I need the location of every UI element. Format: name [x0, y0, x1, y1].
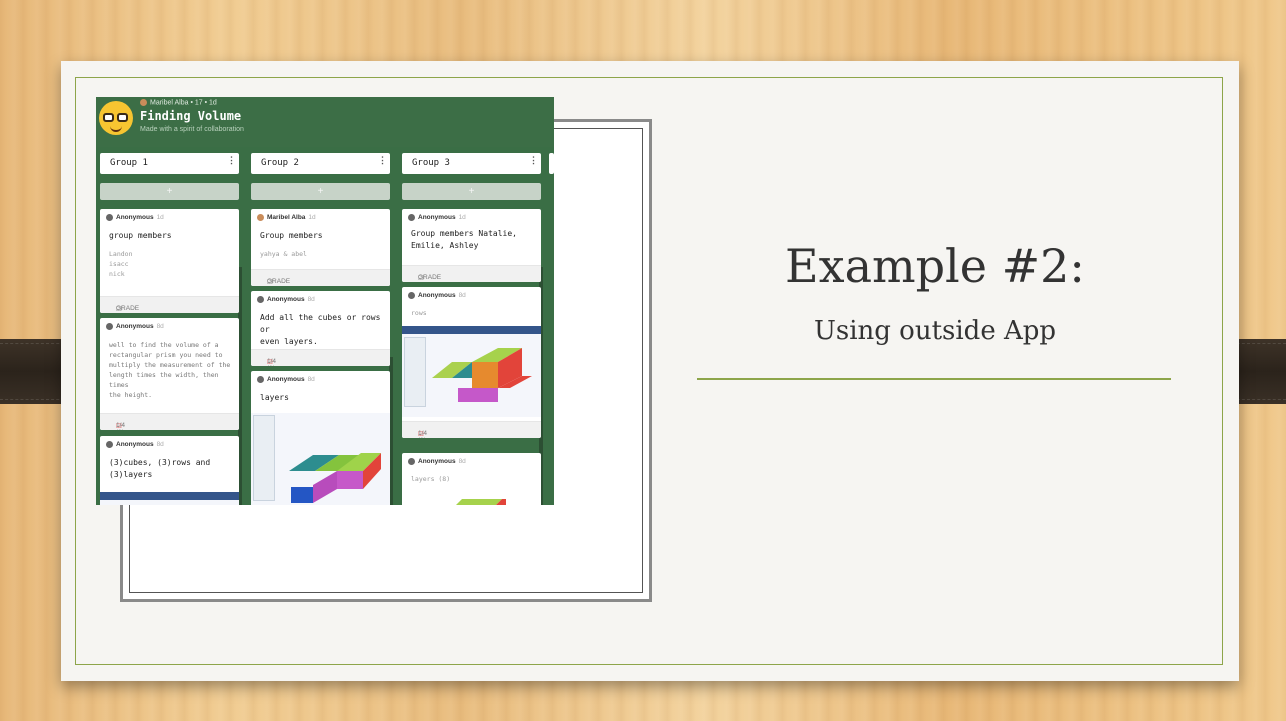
grade-bar[interactable]: ☑1/4 (1): [251, 349, 390, 366]
card-body: well to find the volume of a rectangular…: [109, 341, 231, 399]
padlet-meta: • 17 • 1d: [190, 99, 217, 107]
card-time: 1d: [458, 214, 466, 222]
anonymous-avatar-icon: [408, 292, 415, 299]
anonymous-avatar-icon: [408, 458, 415, 465]
grade-bar[interactable]: ☑1/4 (1): [402, 421, 541, 438]
card-title: Group members: [260, 231, 323, 240]
card-time: 1d: [156, 214, 164, 222]
card-time: 8d: [307, 376, 315, 384]
card-body: layers (8): [411, 475, 451, 483]
post-card[interactable]: Maribel Alba 1d Group members yahya & abe…: [251, 209, 390, 286]
add-post-button[interactable]: +: [402, 183, 541, 200]
more-options-icon[interactable]: ⋮: [529, 156, 538, 165]
card-body: rows: [411, 309, 427, 317]
grade-bar[interactable]: ☑ GRADE: [100, 296, 239, 313]
slide-title: Example #2:: [785, 239, 1085, 293]
padlet-header: Maribel Alba • 17 • 1d Finding Volume Ma…: [96, 97, 554, 147]
column-header: Group 1 ⋮: [100, 153, 239, 174]
anonymous-avatar-icon: [408, 214, 415, 221]
post-card[interactable]: Anonymous 8d well to find the volume of a…: [100, 318, 239, 430]
column-name: Group 1: [110, 158, 148, 168]
add-post-button[interactable]: +: [100, 183, 239, 200]
card-time: 8d: [458, 458, 466, 466]
padlet-author-line: Maribel Alba • 17 • 1d: [140, 99, 217, 106]
post-card[interactable]: Anonymous 8d Add all the cubes or rows or…: [251, 291, 390, 366]
post-card[interactable]: Anonymous 8d (3)cubes, (3)rows and (3)lay…: [100, 436, 239, 505]
post-card[interactable]: Anonymous 8d layers: [251, 371, 390, 505]
anonymous-avatar-icon: [106, 214, 113, 221]
card-title: Group members Natalie, Emilie, Ashley: [411, 229, 517, 250]
card-title: (3)cubes, (3)rows and (3)layers: [109, 458, 211, 479]
card-time: 8d: [156, 441, 164, 449]
anonymous-avatar-icon: [257, 296, 264, 303]
card-author: Anonymous: [116, 214, 154, 222]
padlet-subtitle: Made with a spirit of collaboration: [140, 126, 244, 133]
image-thumbnail: [100, 492, 239, 505]
card-time: 1d: [308, 214, 316, 222]
column-name: Group 2: [261, 158, 299, 168]
image-thumbnail: [402, 326, 541, 417]
add-post-button[interactable]: +: [251, 183, 390, 200]
volume-blocks-image: [432, 348, 532, 402]
nerd-emoji-icon: [99, 101, 133, 135]
anonymous-avatar-icon: [257, 376, 264, 383]
card-author: Anonymous: [267, 376, 305, 384]
card-title: Add all the cubes or rows or even layers…: [260, 313, 381, 346]
column-header: Group 3 ⋮: [402, 153, 541, 174]
column-header: Group 2 ⋮: [251, 153, 390, 174]
card-author: Anonymous: [116, 323, 154, 331]
slide-subtitle: Using outside App: [813, 316, 1057, 346]
card-time: 8d: [458, 292, 466, 300]
grade-bar[interactable]: ☑ GRADE: [402, 265, 541, 282]
card-body: yahya & abel: [260, 250, 307, 258]
anonymous-avatar-icon: [106, 323, 113, 330]
padlet-screenshot: Maribel Alba • 17 • 1d Finding Volume Ma…: [96, 97, 554, 505]
card-author: Anonymous: [418, 458, 456, 466]
more-options-icon[interactable]: ⋮: [378, 156, 387, 165]
author-avatar-icon: [257, 214, 264, 221]
grade-bar[interactable]: ☑ GRADE: [251, 269, 390, 286]
post-card[interactable]: Anonymous 1d group members Landon isacc n…: [100, 209, 239, 313]
volume-blocks-image: [456, 499, 506, 505]
title-underline: [697, 378, 1171, 380]
card-author: Anonymous: [418, 214, 456, 222]
card-time: 8d: [156, 323, 164, 331]
anonymous-avatar-icon: [106, 441, 113, 448]
post-card[interactable]: Anonymous 1d Group members Natalie, Emili…: [402, 209, 541, 282]
image-thumbnail: [251, 413, 390, 505]
card-author: Anonymous: [418, 292, 456, 300]
author-avatar-icon: [140, 99, 147, 106]
card-time: 8d: [307, 296, 315, 304]
padlet-title: Finding Volume: [140, 109, 242, 123]
column-name: Group 3: [412, 158, 450, 168]
more-options-icon[interactable]: ⋮: [227, 156, 236, 165]
padlet-author: Maribel Alba: [150, 99, 189, 107]
post-card[interactable]: Anonymous 8d layers (8): [402, 453, 541, 505]
card-author: Anonymous: [116, 441, 154, 449]
card-body: Landon isacc nick: [109, 250, 133, 278]
card-title: group members: [109, 231, 172, 240]
card-author: Anonymous: [267, 296, 305, 304]
card-title: layers: [260, 393, 289, 402]
grade-bar[interactable]: ☑1/4 (1): [100, 413, 239, 430]
volume-blocks-image: [289, 453, 381, 503]
card-author: Maribel Alba: [267, 214, 306, 222]
post-card[interactable]: Anonymous8d rows ☑1/4 (1): [402, 287, 541, 438]
